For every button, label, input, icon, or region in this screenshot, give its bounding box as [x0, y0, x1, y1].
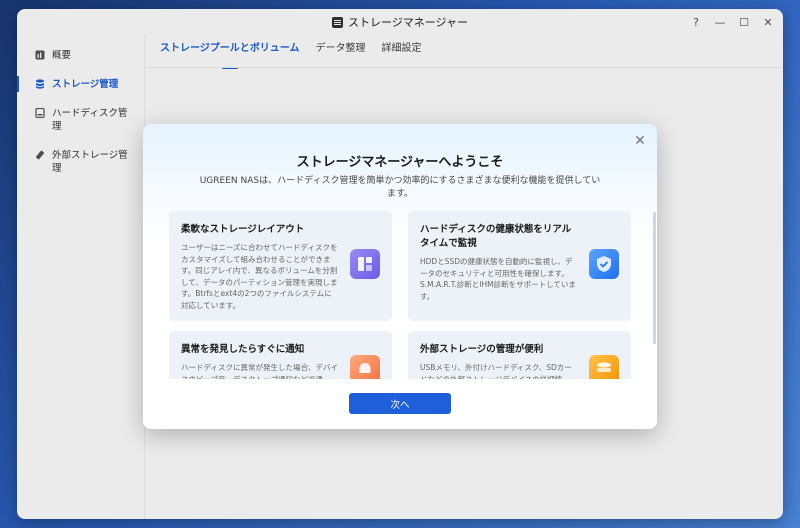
card-title: 外部ストレージの管理が便利: [420, 344, 544, 355]
storage-stack-icon: [589, 355, 619, 379]
storage-manager-app-icon: [331, 16, 343, 28]
tab-advanced-settings[interactable]: 詳細設定: [382, 39, 422, 65]
card-title: ハードディスクの健康状態をリアルタイムで監視: [420, 224, 572, 249]
bell-icon: [350, 355, 380, 379]
card-description: HDDとSSDの健康状態を自動的に監視し、データのセキュリティと可用性を確保しま…: [420, 257, 576, 301]
sidebar-item-overview[interactable]: 概要: [17, 43, 144, 68]
database-icon: [35, 79, 45, 89]
next-button[interactable]: 次へ: [349, 393, 451, 414]
sidebar-item-external-storage[interactable]: 外部ストレージ管理: [17, 143, 144, 181]
sidebar-item-label: ハードディスク管理: [52, 108, 128, 132]
feature-card-external-storage: 外部ストレージの管理が便利 USBメモリ、外付けハードディスク、SDカードなどの…: [408, 331, 631, 379]
overview-icon: [35, 50, 45, 60]
sidebar-item-label: 概要: [52, 50, 72, 61]
sidebar-item-hard-disk[interactable]: ハードディスク管理: [17, 101, 144, 139]
sidebar-item-storage[interactable]: ストレージ管理: [17, 72, 144, 97]
sidebar: 概要 ストレージ管理 ハードディスク管理 外部ストレージ管理: [17, 35, 145, 519]
help-icon[interactable]: ?: [689, 16, 703, 29]
title-bar: ストレージマネージャー ? — ☐ ✕: [17, 9, 783, 35]
card-description: ハードディスクに異常が発生した場合、デバイスのビープ音、デスクトップ通知などで通: [181, 363, 338, 379]
window-controls: ? — ☐ ✕: [689, 9, 775, 35]
tab-data-organization[interactable]: データ整理: [316, 39, 366, 65]
welcome-dialog: ✕ ストレージマネージャーへようこそ UGREEN NASは、ハードディスク管理…: [143, 124, 657, 429]
card-title: 柔軟なストレージレイアウト: [181, 224, 305, 235]
feature-card-anomaly-notification: 異常を発見したらすぐに通知 ハードディスクに異常が発生した場合、デバイスのビープ…: [169, 331, 392, 379]
feature-card-flexible-layout: 柔軟なストレージレイアウト ユーザーはニーズに合わせてハードディスクをカスタマイ…: [169, 211, 392, 321]
feature-cards: 柔軟なストレージレイアウト ユーザーはニーズに合わせてハードディスクをカスタマイ…: [169, 211, 631, 379]
card-description: USBメモリ、外付けハードディスク、SDカードなどの外部ストレージデバイスの詳細…: [420, 363, 572, 379]
shield-icon: [589, 249, 619, 279]
cards-scrollbar[interactable]: [653, 212, 656, 344]
layout-icon: [350, 249, 380, 279]
minimize-icon[interactable]: —: [713, 16, 727, 29]
feature-card-health-monitoring: ハードディスクの健康状態をリアルタイムで監視 HDDとSSDの健康状態を自動的に…: [408, 211, 631, 321]
dialog-title: ストレージマネージャーへようこそ: [296, 155, 504, 170]
tab-storage-pools-volumes[interactable]: ストレージプールとボリューム: [160, 39, 300, 69]
tab-bar: ストレージプールとボリューム データ整理 詳細設定: [160, 39, 422, 69]
hard-disk-icon: [35, 108, 45, 118]
sidebar-item-label: ストレージ管理: [52, 79, 119, 90]
dialog-subtitle: UGREEN NASは、ハードディスク管理を簡単かつ効率的にするさまざまな便利な…: [199, 176, 601, 199]
maximize-icon[interactable]: ☐: [737, 16, 751, 29]
window-title: ストレージマネージャー: [347, 16, 468, 29]
tab-divider: [145, 67, 783, 68]
usb-drive-icon: [35, 150, 45, 160]
card-description: ユーザーはニーズに合わせてハードディスクをカスタマイズして組み合わせることができ…: [181, 243, 338, 310]
sidebar-item-label: 外部ストレージ管理: [52, 150, 128, 174]
card-title: 異常を発見したらすぐに通知: [181, 344, 305, 355]
close-icon[interactable]: ✕: [633, 134, 647, 148]
close-icon[interactable]: ✕: [761, 16, 775, 29]
